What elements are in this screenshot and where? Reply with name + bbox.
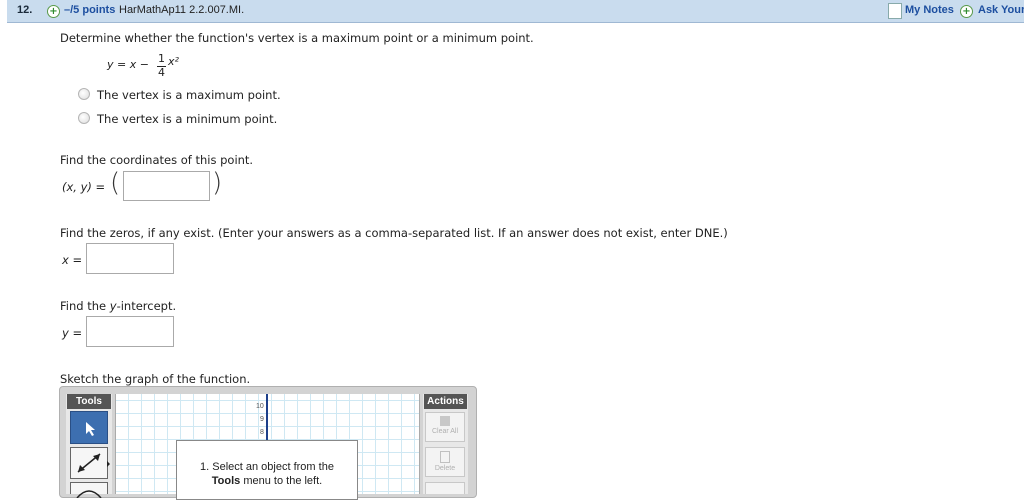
delete-button[interactable]: Delete [425, 447, 465, 477]
my-notes-link[interactable]: My Notes [905, 4, 954, 16]
y-intercept-input[interactable] [86, 316, 174, 347]
coordinates-prompt: Find the coordinates of this point. [60, 153, 254, 167]
tools-header: Tools [67, 394, 111, 409]
clear-all-label: Clear All [431, 428, 459, 435]
vertex-prompt: Determine whether the function's vertex … [60, 31, 534, 45]
coordinates-label: (x, y) = [62, 180, 106, 194]
question-number: 12. [17, 4, 33, 16]
left-paren: ( [110, 168, 121, 198]
question-header: 12. + –/5 points HarMathAp11 2.2.007.MI.… [7, 0, 1024, 23]
points-link[interactable]: –/5 points [64, 4, 115, 16]
select-tool-button[interactable] [70, 411, 108, 444]
y-intercept-label: y = [62, 326, 83, 340]
ask-plus-icon[interactable]: + [960, 5, 973, 18]
delete-label: Delete [434, 465, 456, 472]
y-intercept-prompt: Find the y-intercept. [60, 299, 176, 313]
equation-lhs: y = x − [107, 58, 149, 71]
zeros-label: x = [62, 253, 83, 267]
y-intercept-prompt-var: y [109, 299, 117, 313]
y-tick-label: 10 [256, 403, 264, 410]
option-maximum-label[interactable]: The vertex is a maximum point. [97, 88, 281, 102]
zeros-prompt: Find the zeros, if any exist. (Enter you… [60, 226, 728, 240]
trash-icon [440, 451, 450, 463]
question-id: HarMathAp11 2.2.007.MI. [119, 4, 245, 16]
instruction-line2: menu to the left. [240, 475, 323, 487]
coordinates-input[interactable] [123, 171, 210, 201]
y-tick-label: 8 [260, 429, 264, 436]
sketch-prompt: Sketch the graph of the function. [60, 372, 251, 386]
instruction-line1: 1. Select an object from the [200, 461, 334, 473]
actions-header: Actions [424, 394, 467, 409]
y-intercept-prompt-pre: Find the [60, 299, 110, 313]
y-tick-label: 9 [260, 416, 264, 423]
equation-rhs: x² [168, 55, 179, 68]
radio-maximum[interactable] [78, 88, 90, 100]
line-segment-icon [77, 453, 110, 473]
fraction-numerator: 1 [158, 52, 165, 65]
instruction-panel: 1. Select an object from the Tools menu … [176, 440, 358, 500]
zeros-input[interactable] [86, 243, 174, 274]
actions-panel [423, 394, 468, 494]
fill-button[interactable] [425, 482, 465, 494]
y-intercept-prompt-post: -intercept. [116, 299, 177, 313]
expand-plus-icon[interactable]: + [47, 5, 60, 18]
parabola-icon [76, 490, 102, 499]
fraction-denominator: 4 [158, 66, 165, 79]
notes-icon[interactable] [888, 3, 902, 19]
clear-all-button[interactable]: Clear All [425, 412, 465, 442]
right-paren: ) [212, 168, 223, 198]
parabola-tool-button[interactable] [70, 482, 108, 499]
line-tool-button[interactable] [70, 447, 110, 479]
radio-minimum[interactable] [78, 112, 90, 124]
option-minimum-label[interactable]: The vertex is a minimum point. [97, 112, 277, 126]
pointer-icon [86, 422, 95, 436]
ask-your-teacher-link[interactable]: Ask Your [978, 4, 1024, 16]
clear-all-icon [440, 416, 450, 426]
instruction-tools: Tools [211, 475, 241, 487]
